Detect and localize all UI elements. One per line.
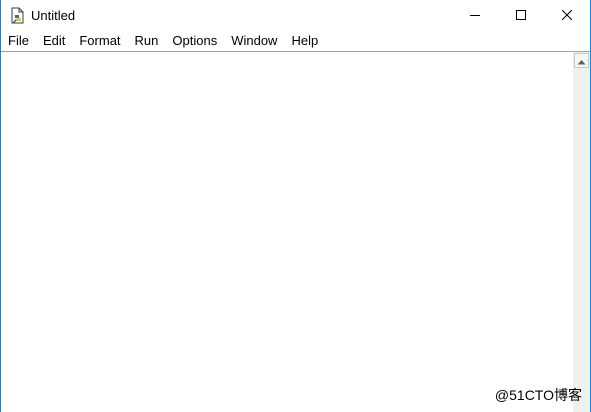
menu-window[interactable]: Window	[231, 32, 277, 50]
idle-editor-window: Untitled File Edit Format Run Options Wi…	[0, 0, 591, 412]
scroll-up-button[interactable]	[573, 52, 590, 69]
menu-format[interactable]: Format	[79, 32, 120, 50]
python-document-icon	[10, 7, 26, 24]
close-icon	[561, 7, 573, 25]
minimize-icon	[470, 7, 480, 25]
menu-bar: File Edit Format Run Options Window Help	[1, 31, 590, 51]
menu-help[interactable]: Help	[291, 32, 318, 50]
minimize-button[interactable]	[452, 0, 498, 31]
menu-edit[interactable]: Edit	[43, 32, 65, 50]
window-controls	[452, 0, 590, 31]
vertical-scrollbar[interactable]	[573, 51, 590, 412]
close-button[interactable]	[544, 0, 590, 31]
watermark-text: @51CTO博客	[494, 387, 582, 403]
menu-options[interactable]: Options	[172, 32, 217, 50]
maximize-icon	[516, 7, 526, 25]
window-title: Untitled	[31, 8, 76, 23]
menu-run[interactable]: Run	[135, 32, 159, 50]
menu-file[interactable]: File	[8, 32, 29, 50]
maximize-button[interactable]	[498, 0, 544, 31]
scroll-up-arrow-icon	[577, 52, 586, 70]
title-bar[interactable]: Untitled	[1, 0, 590, 31]
text-editor-area[interactable]	[1, 51, 573, 412]
